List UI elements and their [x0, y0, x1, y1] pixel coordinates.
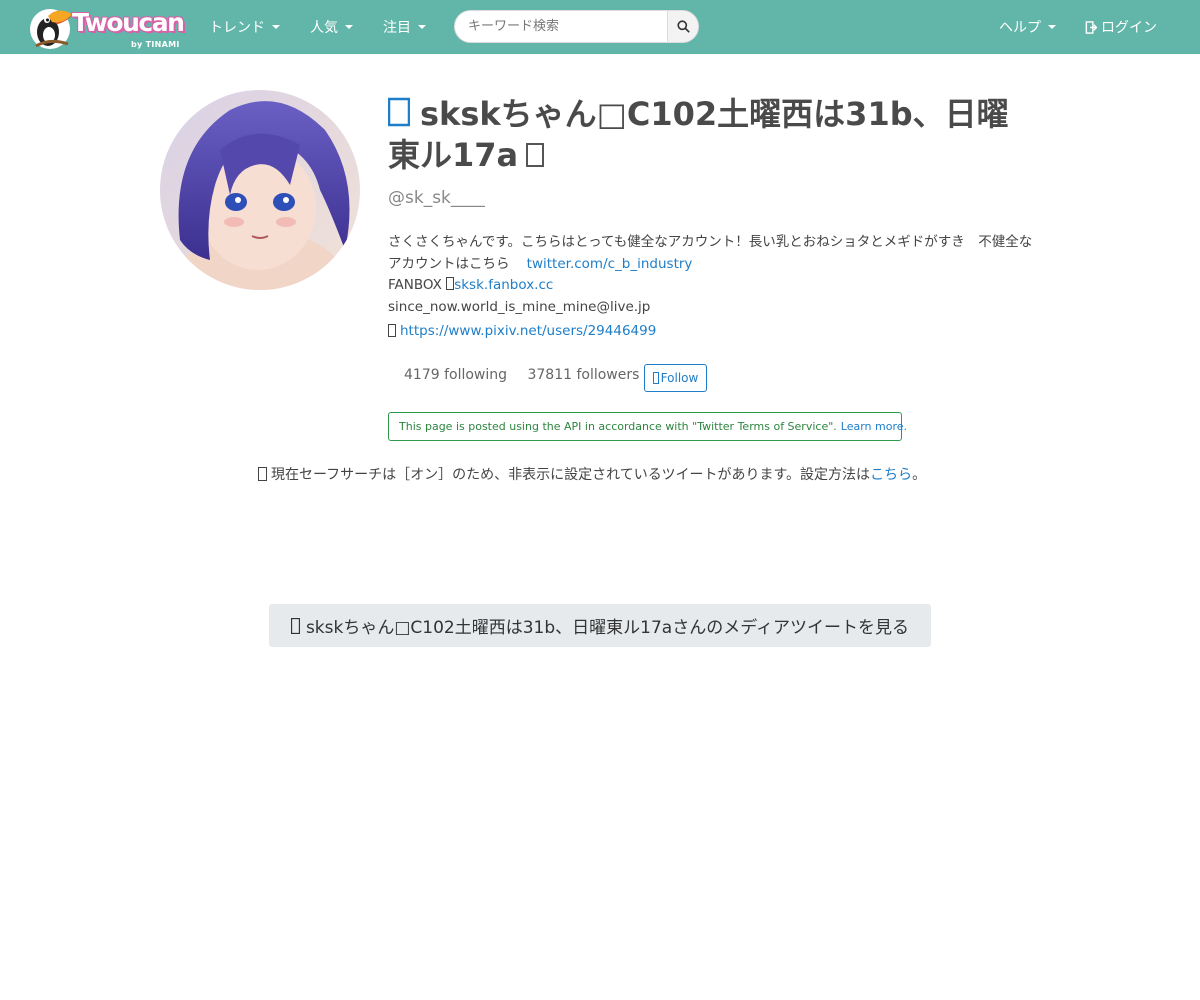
nav-menu-featured[interactable]: 注目	[383, 17, 426, 37]
avatar-illustration	[160, 90, 360, 290]
warning-icon	[258, 467, 267, 481]
profile-name-text: skskちゃん□C102土曜西は31b、日曜東ル17a	[388, 95, 1009, 174]
logo-wordmark: Twoucan	[72, 8, 185, 37]
link-icon	[388, 324, 396, 337]
caret-down-icon	[272, 25, 280, 29]
twitter-icon	[290, 617, 300, 634]
safe-search-settings-link[interactable]: こちら	[870, 467, 912, 483]
nav-menu-help[interactable]: ヘルプ	[999, 17, 1056, 37]
nav-menu-featured-label: 注目	[383, 20, 411, 36]
search-icon	[676, 20, 690, 33]
login-link[interactable]: ログイン	[1085, 17, 1157, 37]
login-label: ログイン	[1101, 20, 1157, 36]
follow-label: Follow	[660, 371, 699, 385]
nav-menu-trend[interactable]: トレンド	[209, 17, 280, 37]
safe-search-text: 現在セーフサーチは［オン］のため、非表示に設定されているツイートがあります。設定…	[271, 467, 871, 483]
link-icon	[446, 277, 455, 290]
twitter-icon	[652, 372, 659, 384]
api-notice-text: This page is posted using the API in acc…	[399, 420, 837, 433]
search-input[interactable]	[454, 10, 668, 43]
profile-stats: 4179 following 37811 followers	[404, 367, 639, 383]
bio-text: さくさくちゃんです。こちらはとっても健全なアカウント！長い乳とおねショタとメギド…	[388, 234, 1033, 272]
view-media-tweets-label: skskちゃん□C102土曜西は31b、日曜東ル17aさんのメディアツイートを見…	[305, 618, 910, 638]
bio-email: since_now.world_is_mine_mine@live.jp	[388, 298, 651, 315]
twitter-icon	[388, 97, 410, 127]
search-button[interactable]	[667, 10, 699, 43]
caret-down-icon	[418, 25, 426, 29]
follow-button[interactable]: Follow	[644, 364, 707, 392]
profile-avatar	[160, 90, 360, 290]
site-logo[interactable]: Twoucan by TINAMI	[28, 2, 185, 52]
learn-more-link[interactable]: Learn more.	[841, 420, 907, 433]
followers-count[interactable]: 37811 followers	[527, 367, 639, 383]
top-navbar: Twoucan by TINAMI トレンド 人気 注目 ヘルプ ログイン	[0, 0, 1200, 54]
fanbox-label: FANBOX	[388, 277, 442, 293]
nav-menu-help-label: ヘルプ	[999, 20, 1041, 36]
logo-byline: by TINAMI	[131, 40, 180, 49]
safe-search-notice: 現在セーフサーチは［オン］のため、非表示に設定されているツイートがあります。設定…	[258, 464, 926, 484]
toucan-logo-icon	[30, 9, 72, 49]
lock-icon	[526, 143, 545, 167]
nav-menu-popular-label: 人気	[310, 20, 338, 36]
following-count[interactable]: 4179 following	[404, 367, 507, 383]
screen-name: @sk_sk____	[388, 188, 485, 208]
safe-search-suffix: 。	[912, 467, 927, 483]
view-media-tweets-button[interactable]: skskちゃん□C102土曜西は31b、日曜東ル17aさんのメディアツイートを見…	[269, 604, 931, 647]
profile-url: https://www.pixiv.net/users/29446499	[388, 323, 656, 339]
profile-bio: さくさくちゃんです。こちらはとっても健全なアカウント！長い乳とおねショタとメギド…	[388, 232, 1038, 318]
api-notice: This page is posted using the API in acc…	[388, 412, 907, 441]
login-icon	[1085, 21, 1098, 34]
nav-menu-trend-label: トレンド	[209, 20, 265, 36]
bio-twitter-link[interactable]: twitter.com/c_b_industry	[527, 256, 693, 272]
profile-url-link[interactable]: https://www.pixiv.net/users/29446499	[400, 323, 656, 339]
nav-menu-popular[interactable]: 人気	[310, 17, 353, 37]
profile-name: skskちゃん□C102土曜西は31b、日曜東ル17a	[388, 94, 1038, 176]
fanbox-link[interactable]: sksk.fanbox.cc	[454, 277, 553, 293]
caret-down-icon	[1048, 25, 1056, 29]
caret-down-icon	[345, 25, 353, 29]
